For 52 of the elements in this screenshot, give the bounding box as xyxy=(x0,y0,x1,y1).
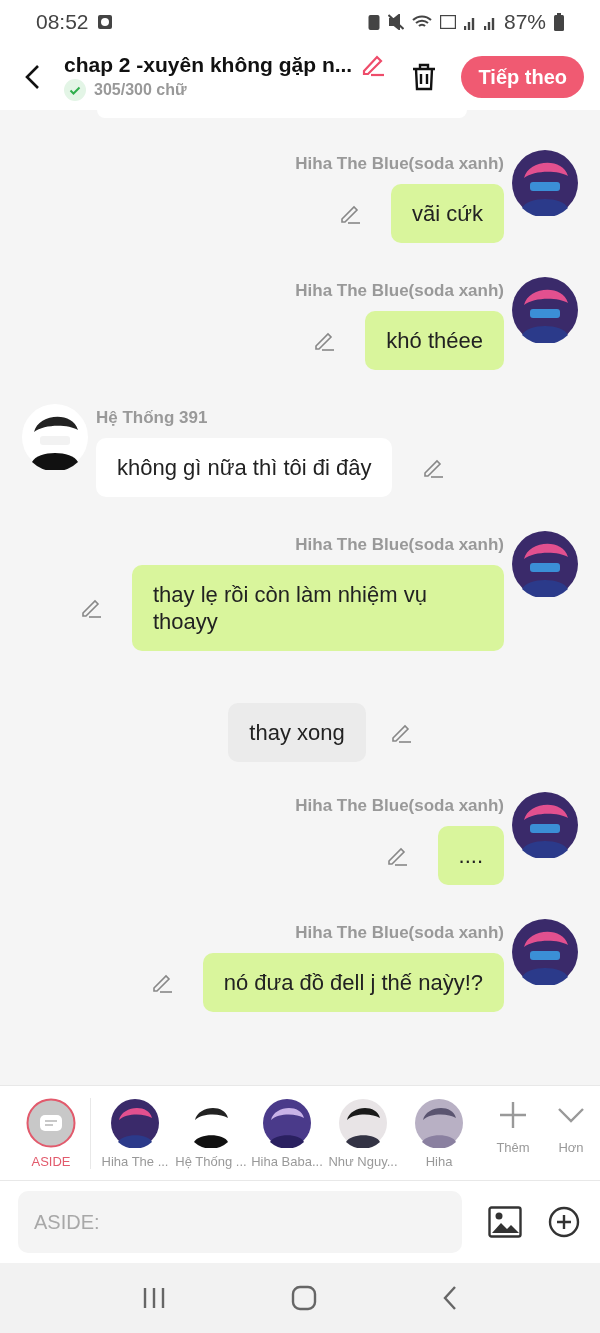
chapter-title: chap 2 -xuyên không gặp n... xyxy=(64,53,353,77)
character-option[interactable]: Hiha Baba... xyxy=(249,1097,325,1169)
back-icon[interactable] xyxy=(24,64,40,90)
delete-icon[interactable] xyxy=(411,63,438,91)
edit-icon[interactable] xyxy=(360,53,387,77)
edit-icon[interactable] xyxy=(80,597,102,619)
character-option[interactable]: ASIDE xyxy=(12,1097,91,1169)
message-bubble: .... xyxy=(437,826,504,885)
more-button[interactable]: Hơn xyxy=(542,1099,600,1155)
message-bubble: nó đưa đồ đell j thế naỳy!? xyxy=(202,953,504,1012)
lte-icon xyxy=(439,15,456,29)
input-field[interactable]: ASIDE: xyxy=(18,1191,462,1253)
battery-saver-icon xyxy=(367,14,380,30)
add-character-button[interactable]: Thêm xyxy=(484,1099,542,1155)
avatar xyxy=(110,1097,160,1148)
sender-name: Hiha The Blue(soda xanh) xyxy=(295,281,504,301)
sender-name: Hiha The Blue(soda xanh) xyxy=(295,154,504,174)
battery-level: 87% xyxy=(503,10,546,34)
sender-name: Hiha The Blue(soda xanh) xyxy=(295,796,504,816)
status-time: 08:52 xyxy=(36,10,89,34)
plus-icon xyxy=(498,1099,528,1130)
aside-icon xyxy=(26,1097,76,1148)
battery-icon xyxy=(554,13,564,31)
notification-icon xyxy=(96,14,113,30)
avatar xyxy=(512,531,578,597)
sender-name: Hiha The Blue(soda xanh) xyxy=(295,923,504,943)
avatar xyxy=(512,792,578,858)
message-bubble: khó théee xyxy=(365,311,504,370)
avatar xyxy=(338,1097,388,1148)
avatar xyxy=(512,150,578,216)
avatar xyxy=(22,404,88,470)
character-option[interactable]: Như Nguy... xyxy=(325,1097,401,1169)
message-bubble: vãi cứk xyxy=(391,184,504,243)
character-option[interactable]: Hiha xyxy=(401,1097,477,1169)
avatar xyxy=(262,1097,312,1148)
recent-apps-icon[interactable] xyxy=(142,1286,167,1310)
sender-name: Hệ Thống 391 xyxy=(96,408,208,428)
avatar xyxy=(414,1097,464,1148)
word-count: 305/300 chữ xyxy=(94,81,187,99)
avatar xyxy=(512,277,578,343)
avatar xyxy=(512,919,578,985)
aside-bubble: thay xong xyxy=(228,703,366,762)
mute-icon xyxy=(387,14,404,30)
next-button[interactable]: Tiếp theo xyxy=(461,56,584,98)
message-bubble: không gì nữa thì tôi đi đây xyxy=(96,438,393,497)
message-bubble: thay lẹ rồi còn làm nhiệm vụ thoayy xyxy=(132,565,504,651)
character-option[interactable]: Hiha The ... xyxy=(97,1097,173,1169)
add-icon[interactable] xyxy=(548,1206,580,1238)
home-icon[interactable] xyxy=(291,1285,317,1311)
image-icon[interactable] xyxy=(488,1206,522,1238)
character-option[interactable]: Hệ Thống ... xyxy=(173,1097,249,1169)
sender-name: Hiha The Blue(soda xanh) xyxy=(295,535,504,555)
